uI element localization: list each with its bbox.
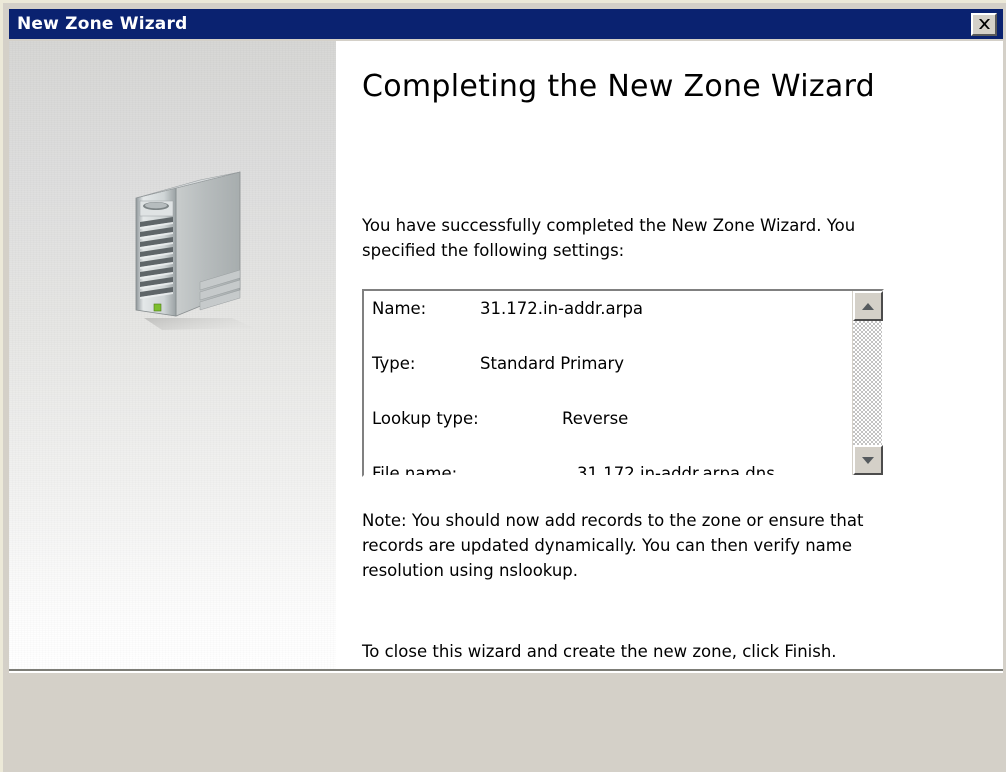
closing-paragraph: To close this wizard and create the new … bbox=[362, 642, 837, 661]
scroll-up-button[interactable] bbox=[853, 291, 883, 321]
close-icon bbox=[978, 18, 990, 29]
new-zone-wizard-window: New Zone Wizard Completing the New Zone … bbox=[0, 0, 1006, 772]
list-item: Type: Standard Primary bbox=[372, 354, 852, 409]
listbox-vertical-scrollbar[interactable] bbox=[852, 291, 883, 475]
list-item: Name: 31.172.in-addr.arpa bbox=[372, 299, 852, 354]
summary-label: Type: bbox=[372, 354, 416, 373]
wizard-illustration-pane bbox=[9, 41, 336, 669]
intro-paragraph: You have successfully completed the New … bbox=[362, 216, 856, 260]
server-tower-icon bbox=[135, 171, 254, 330]
summary-label: File name: bbox=[372, 464, 458, 475]
scroll-down-button[interactable] bbox=[853, 445, 883, 475]
wizard-content: Completing the New Zone Wizard You have … bbox=[9, 41, 1003, 669]
summary-label: Lookup type: bbox=[372, 409, 479, 428]
arrow-down-icon bbox=[862, 456, 874, 464]
summary-value: 31.172.in-addr.arpa.dns bbox=[577, 464, 775, 475]
titlebar-button-group bbox=[971, 12, 1003, 36]
wizard-footer: < Back Finish Cancel bbox=[9, 673, 1003, 769]
pane-texture bbox=[9, 41, 336, 669]
settings-summary-content: Name: 31.172.in-addr.arpa Type: Standard… bbox=[364, 291, 852, 475]
list-item: Lookup type: Reverse bbox=[372, 409, 852, 464]
page-title: Completing the New Zone Wizard bbox=[362, 69, 876, 104]
settings-summary-listbox[interactable]: Name: 31.172.in-addr.arpa Type: Standard… bbox=[362, 289, 884, 477]
summary-value: 31.172.in-addr.arpa bbox=[480, 299, 644, 318]
note-paragraph: Note: You should now add records to the … bbox=[362, 511, 864, 580]
summary-label: Name: bbox=[372, 299, 427, 318]
summary-value: Reverse bbox=[562, 409, 629, 428]
arrow-up-icon bbox=[862, 302, 874, 310]
list-item: File name: 31.172.in-addr.arpa.dns bbox=[372, 464, 852, 475]
window-titlebar: New Zone Wizard bbox=[9, 9, 1003, 39]
screenshot-root: New Zone Wizard Completing the New Zone … bbox=[0, 0, 1006, 772]
summary-value: Standard Primary bbox=[480, 354, 625, 373]
wizard-main-pane: Completing the New Zone Wizard You have … bbox=[336, 41, 1003, 669]
close-button[interactable] bbox=[971, 12, 997, 36]
window-title: New Zone Wizard bbox=[17, 14, 188, 34]
